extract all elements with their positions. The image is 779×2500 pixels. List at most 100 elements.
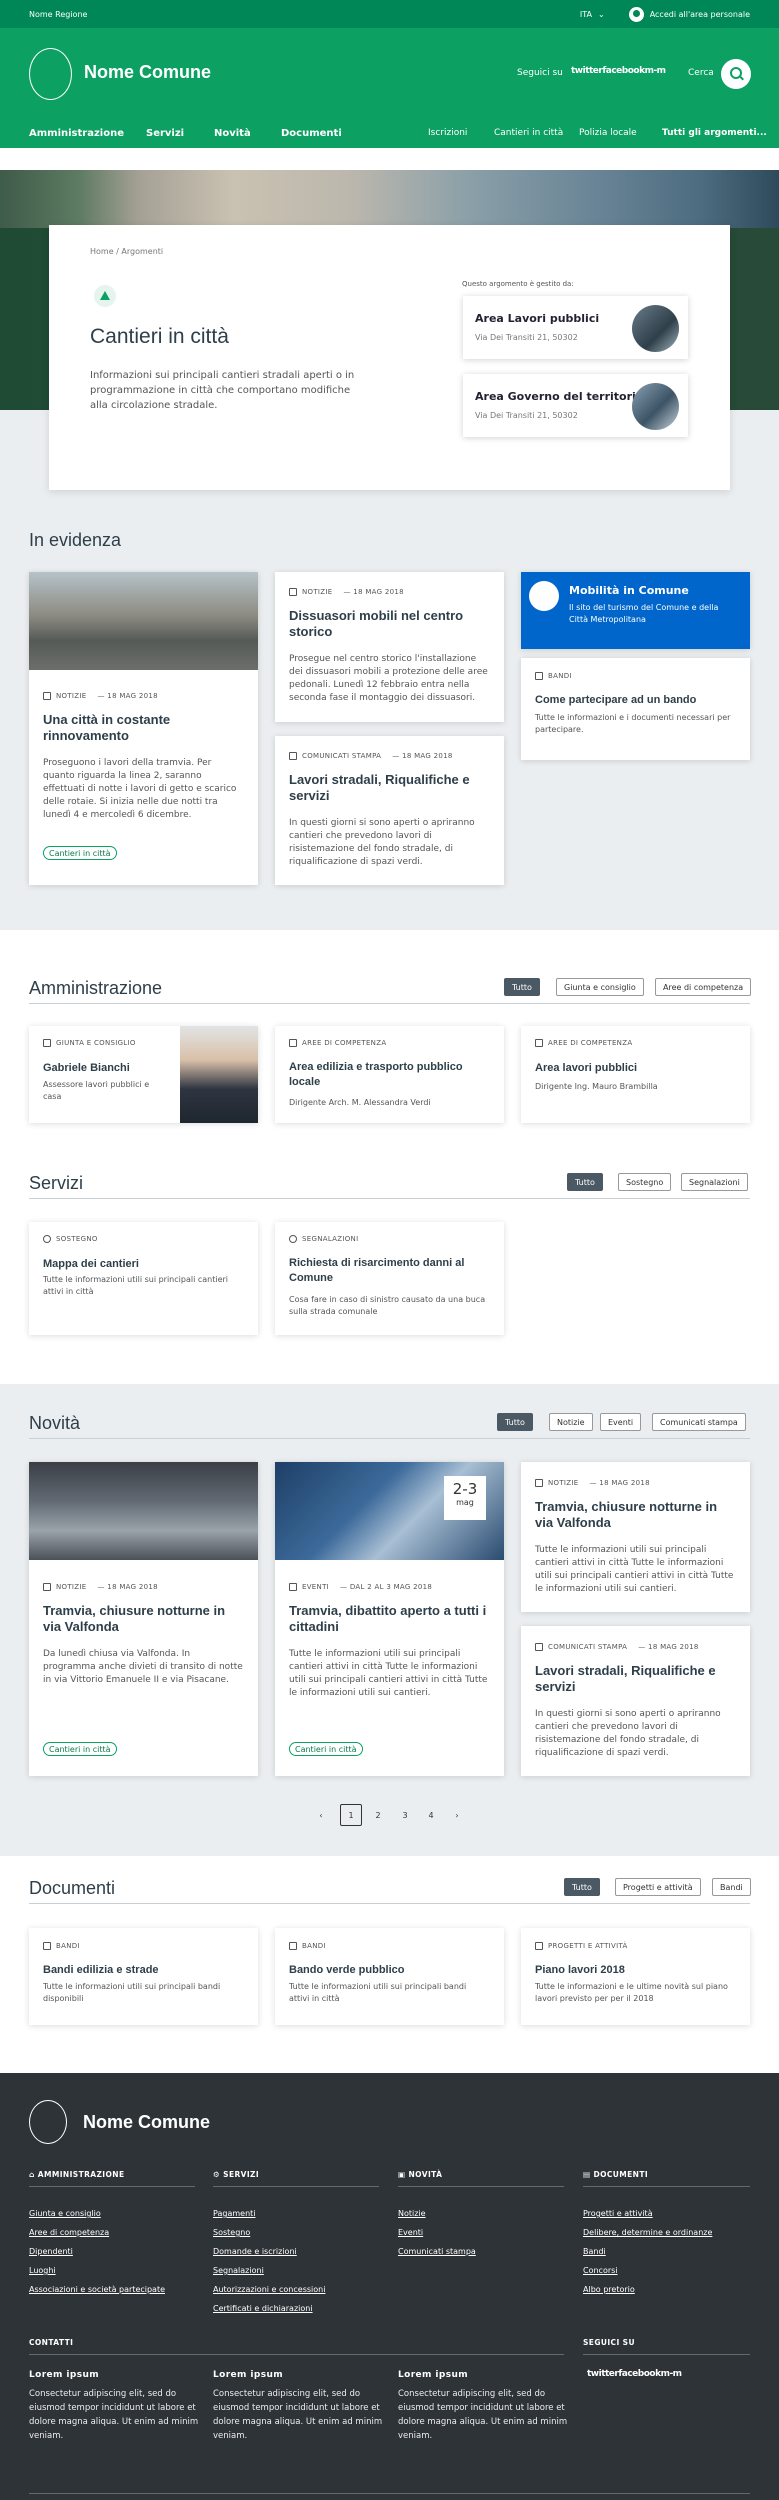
page-3[interactable]: 3 [394, 1804, 416, 1826]
news-card[interactable]: NOTIZIE — 18 MAG 2018 Tramvia, chiusure n… [29, 1462, 258, 1776]
social-icons[interactable]: twitterfacebookm-m [571, 66, 666, 76]
filter-bandi[interactable]: Bandi [712, 1878, 751, 1896]
footer-logo[interactable] [29, 2100, 67, 2144]
filter-comunicati[interactable]: Comunicati stampa [652, 1413, 746, 1431]
office-image [632, 305, 679, 352]
service-title[interactable]: Richiesta di risarcimento danni al Comun… [289, 1256, 489, 1286]
nav-documenti[interactable]: Documenti [281, 128, 342, 139]
footer-link[interactable]: Domande e iscrizioni [213, 2247, 297, 2256]
news-title[interactable]: Tramvia, chiusure notturne in via Valfon… [535, 1499, 735, 1531]
topic-chip[interactable]: Cantieri in città [43, 846, 117, 860]
breadcrumb[interactable]: Home / Argomenti [90, 247, 163, 256]
news-title[interactable]: Tramvia, chiusure notturne in via Valfon… [43, 1603, 243, 1635]
nav-iscrizioni[interactable]: Iscrizioni [428, 128, 467, 138]
service-title[interactable]: Mappa dei cantieri [43, 1256, 139, 1272]
news-category: NOTIZIE — 18 MAG 2018 [43, 1583, 158, 1591]
comune-logo[interactable] [29, 48, 72, 100]
footer-link[interactable]: Eventi [398, 2228, 423, 2237]
filter-sostegno[interactable]: Sostegno [618, 1173, 672, 1191]
topic-chip[interactable]: Cantieri in città [43, 1742, 117, 1756]
login-link[interactable]: Accedi all'area personale [628, 6, 750, 22]
office-card[interactable]: Area Governo del territorio Via Dei Tran… [463, 374, 688, 437]
nav-amministrazione[interactable]: Amministrazione [29, 128, 124, 139]
nav-servizi[interactable]: Servizi [146, 128, 184, 139]
nav-all-topics[interactable]: Tutti gli argomenti... [662, 128, 767, 138]
footer-link[interactable]: Dipendenti [29, 2247, 73, 2256]
region-link[interactable]: Nome Regione [29, 10, 87, 19]
office-card[interactable]: Area Lavori pubblici Via Dei Transiti 21… [463, 296, 688, 359]
filter-tutto[interactable]: Tutto [504, 978, 540, 996]
footer-link[interactable]: Pagamenti [213, 2209, 256, 2218]
filter-aree[interactable]: Aree di competenza [655, 978, 752, 996]
footer-link[interactable]: Delibere, determine e ordinanze [583, 2228, 712, 2237]
news-title[interactable]: Lavori stradali, Riqualifiche e servizi [289, 772, 489, 804]
nav-novita[interactable]: Novità [214, 128, 251, 139]
footer-link[interactable]: Certificati e dichiarazioni [213, 2304, 313, 2313]
footer-link[interactable]: Progetti e attività [583, 2209, 653, 2218]
next-page-icon[interactable]: › [446, 1804, 468, 1826]
filter-eventi[interactable]: Eventi [600, 1413, 642, 1431]
document-card[interactable]: BANDI Bando verde pubblico Tutte le info… [275, 1928, 504, 2025]
filter-tutto[interactable]: Tutto [564, 1878, 600, 1896]
footer-link[interactable]: Comunicati stampa [398, 2247, 476, 2256]
event-title[interactable]: Tramvia, dibattito aperto a tutti i citt… [289, 1603, 489, 1635]
comune-name[interactable]: Nome Comune [84, 62, 211, 83]
nav-cantieri[interactable]: Cantieri in città [494, 128, 563, 138]
news-title[interactable]: Lavori stradali, Riqualifiche e servizi [535, 1663, 735, 1695]
search-label: Cerca [688, 68, 714, 78]
footer-link[interactable]: Associazioni e società partecipate [29, 2285, 165, 2294]
area-title[interactable]: Area lavori pubblici [535, 1060, 735, 1076]
footer-link[interactable]: Giunta e consiglio [29, 2209, 101, 2218]
promo-card[interactable]: Mobilità in Comune Il sito del turismo d… [521, 572, 750, 649]
footer-link[interactable]: Aree di competenza [29, 2228, 109, 2237]
page-4[interactable]: 4 [420, 1804, 442, 1826]
person-category: GIUNTA E CONSIGLIO [43, 1039, 136, 1047]
filter-tutto[interactable]: Tutto [497, 1413, 533, 1431]
footer-link[interactable]: Albo pretorio [583, 2285, 635, 2294]
footer-social-icons[interactable]: twitterfacebookm-m [587, 2369, 682, 2379]
footer-link[interactable]: Concorsi [583, 2266, 618, 2275]
footer-link[interactable]: Sostegno [213, 2228, 250, 2237]
document-title[interactable]: Bando verde pubblico [289, 1962, 405, 1978]
area-card[interactable]: AREE DI COMPETENZA Area edilizia e trasp… [275, 1026, 504, 1123]
news-card[interactable]: NOTIZIE — 18 MAG 2018 Tramvia, chiusure n… [521, 1462, 750, 1612]
nav-polizia[interactable]: Polizia locale [579, 128, 637, 138]
service-card[interactable]: SOSTEGNO Mappa dei cantieri Tutte le inf… [29, 1222, 258, 1335]
bando-title[interactable]: Come partecipare ad un bando [535, 692, 735, 708]
footer-link[interactable]: Bandi [583, 2247, 606, 2256]
news-card[interactable]: NOTIZIE — 18 MAG 2018 Una città in costan… [29, 572, 258, 885]
filter-segnalazioni[interactable]: Segnalazioni [681, 1173, 748, 1191]
footer-link[interactable]: Notizie [398, 2209, 426, 2218]
news-card[interactable]: COMUNICATI STAMPA — 18 MAG 2018 Lavori st… [275, 736, 504, 885]
filter-giunta[interactable]: Giunta e consiglio [556, 978, 644, 996]
news-title[interactable]: Dissuasori mobili nel centro storico [289, 608, 489, 640]
prev-page-icon[interactable]: ‹ [310, 1804, 332, 1826]
news-card[interactable]: NOTIZIE — 18 MAG 2018 Dissuasori mobili n… [275, 572, 504, 722]
service-card[interactable]: SEGNALAZIONI Richiesta di risarcimento d… [275, 1222, 504, 1335]
document-card[interactable]: PROGETTI E ATTIVITÀ Piano lavori 2018 Tu… [521, 1928, 750, 2025]
person-name[interactable]: Gabriele Bianchi [43, 1060, 130, 1076]
language-selector[interactable]: ITA ⌄ [580, 10, 605, 19]
page-1[interactable]: 1 [340, 1804, 362, 1826]
search-icon[interactable] [721, 59, 751, 89]
filter-progetti[interactable]: Progetti e attività [615, 1878, 701, 1896]
document-card[interactable]: BANDI Bandi edilizia e strade Tutte le i… [29, 1928, 258, 2025]
document-title[interactable]: Piano lavori 2018 [535, 1962, 625, 1978]
area-card[interactable]: AREE DI COMPETENZA Area lavori pubblici … [521, 1026, 750, 1123]
news-card[interactable]: COMUNICATI STAMPA — 18 MAG 2018 Lavori st… [521, 1626, 750, 1776]
area-title[interactable]: Area edilizia e trasporto pubblico local… [289, 1060, 489, 1090]
filter-notizie[interactable]: Notizie [549, 1413, 593, 1431]
document-title[interactable]: Bandi edilizia e strade [43, 1962, 159, 1978]
page-2[interactable]: 2 [367, 1804, 389, 1826]
topic-chip[interactable]: Cantieri in città [289, 1742, 363, 1756]
footer-link[interactable]: Autorizzazioni e concessioni [213, 2285, 325, 2294]
bando-card[interactable]: BANDI Come partecipare ad un bando Tutte… [521, 658, 750, 760]
divider [29, 2493, 750, 2494]
person-card[interactable]: GIUNTA E CONSIGLIO Gabriele Bianchi Asse… [29, 1026, 258, 1123]
news-title[interactable]: Una città in costante rinnovamento [43, 712, 243, 744]
footer-link[interactable]: Luoghi [29, 2266, 56, 2275]
footer-link[interactable]: Segnalazioni [213, 2266, 264, 2275]
footer-comune-name[interactable]: Nome Comune [83, 2112, 210, 2133]
event-card[interactable]: 2-3 mag EVENTI — DAL 2 AL 3 MAG 2018 Tram… [275, 1462, 504, 1776]
filter-tutto[interactable]: Tutto [567, 1173, 603, 1191]
